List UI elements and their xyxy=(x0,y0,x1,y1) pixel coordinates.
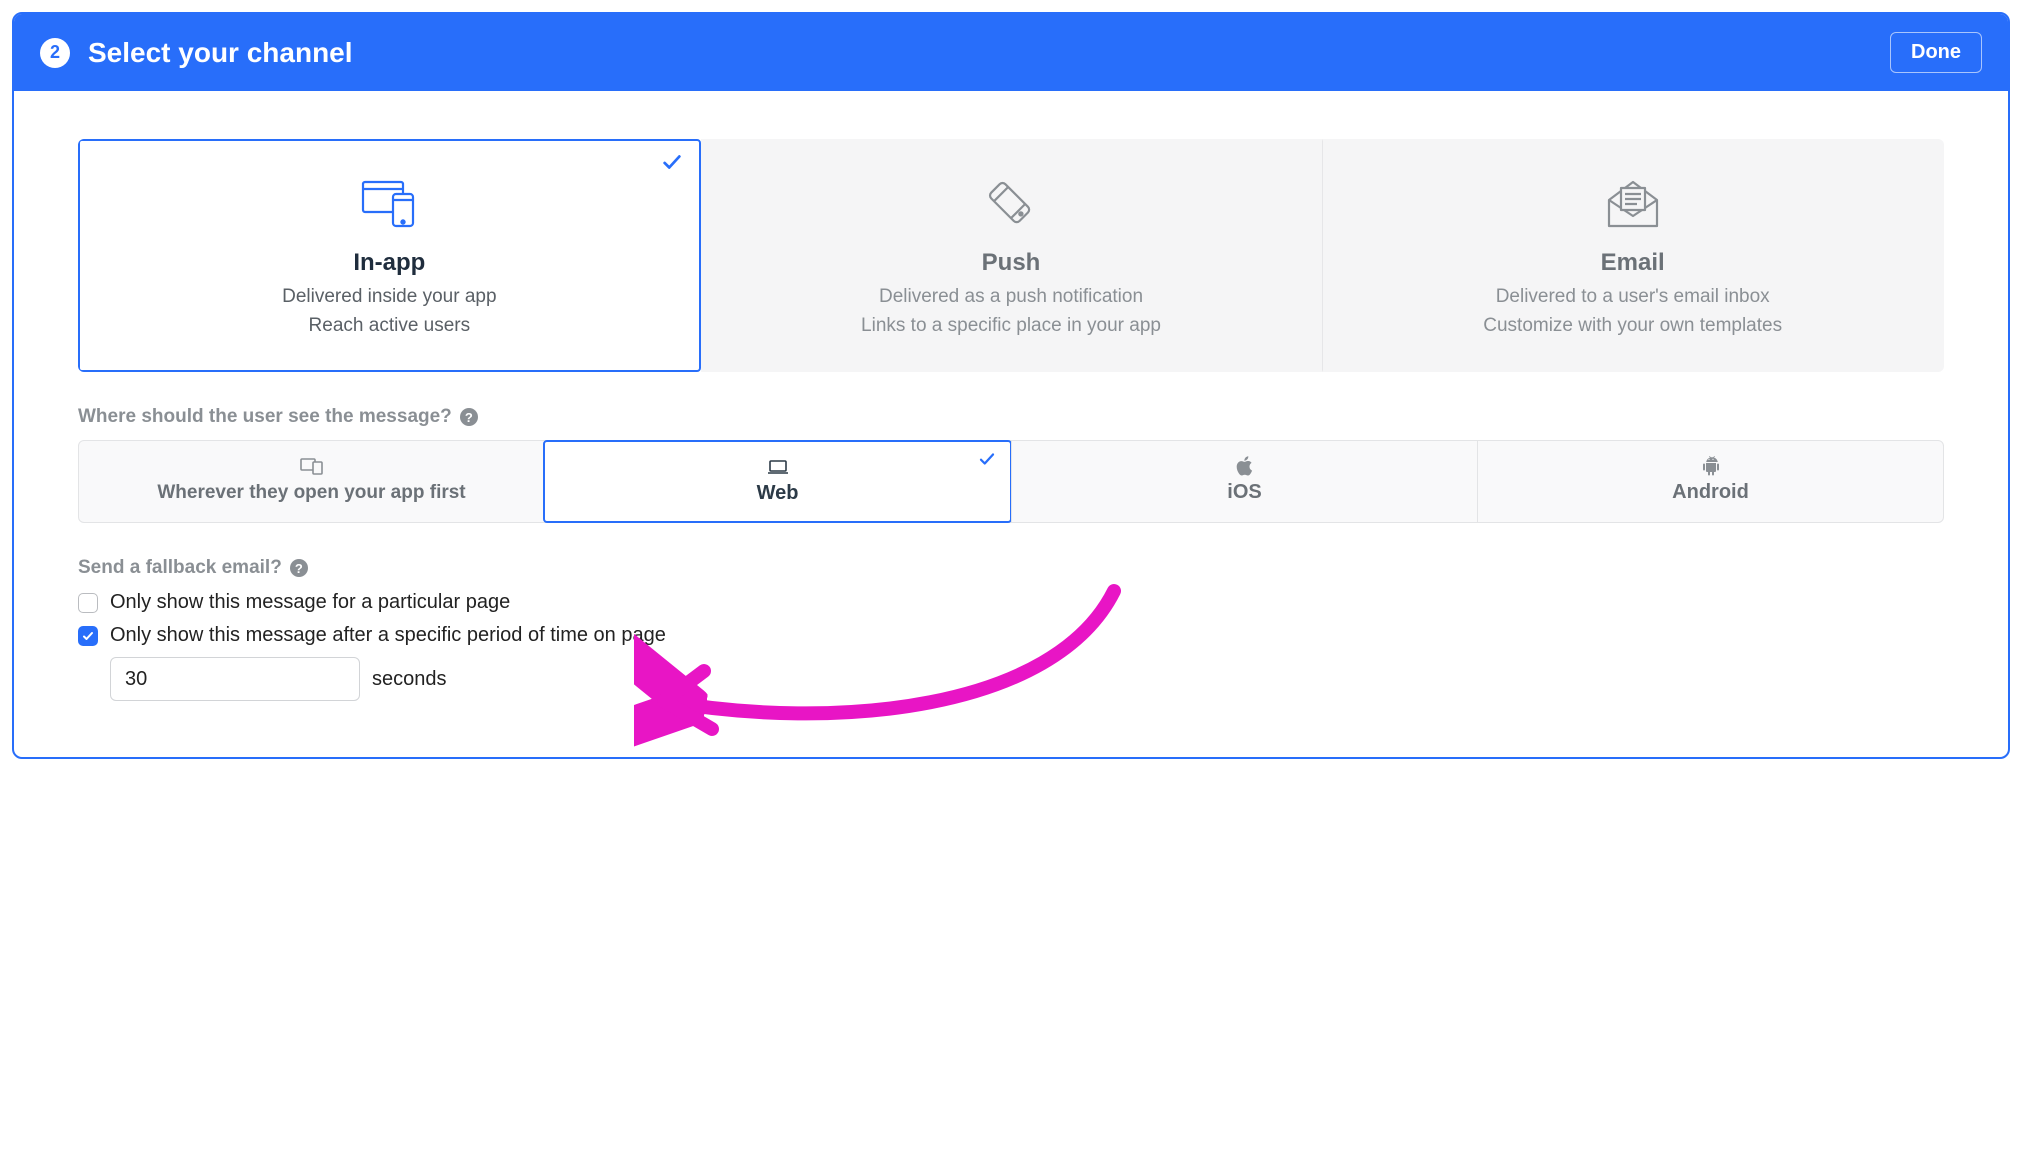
channel-title: In-app xyxy=(100,249,679,277)
push-icon xyxy=(722,175,1301,233)
apple-icon xyxy=(1022,455,1467,477)
android-icon xyxy=(1488,455,1933,477)
panel-body: In-app Delivered inside your app Reach a… xyxy=(14,91,2008,757)
laptop-icon xyxy=(555,456,1000,478)
channel-card-push[interactable]: Push Delivered as a push notification Li… xyxy=(701,139,1323,372)
tab-label: Web xyxy=(555,482,1000,505)
step-number-badge: 2 xyxy=(40,38,70,68)
fallback-label-text: Send a fallback email? xyxy=(78,557,282,579)
platform-tab-android[interactable]: Android xyxy=(1477,441,1943,522)
seconds-unit-label: seconds xyxy=(372,668,447,691)
fallback-question: Send a fallback email? ? xyxy=(78,557,1944,579)
email-icon xyxy=(1343,175,1922,233)
platform-tab-wherever[interactable]: Wherever they open your app first xyxy=(79,441,544,522)
header-left: 2 Select your channel xyxy=(40,37,353,69)
channel-desc-line2: Reach active users xyxy=(100,312,679,341)
channel-desc-line2: Links to a specific place in your app xyxy=(722,312,1301,341)
panel-header: 2 Select your channel Done xyxy=(14,14,2008,91)
help-icon[interactable]: ? xyxy=(460,408,478,426)
channel-desc-line2: Customize with your own templates xyxy=(1343,312,1922,341)
option-label: Only show this message after a specific … xyxy=(110,624,666,647)
channel-desc-line1: Delivered to a user's email inbox xyxy=(1343,283,1922,312)
seconds-input[interactable] xyxy=(110,657,360,701)
checkbox-checked-icon xyxy=(78,626,98,646)
channel-title: Email xyxy=(1343,249,1922,277)
channel-title: Push xyxy=(722,249,1301,277)
time-on-page-row: seconds xyxy=(110,657,1944,701)
devices-icon xyxy=(89,455,534,477)
platform-tabs: Wherever they open your app first Web iO… xyxy=(78,440,1944,523)
location-label-text: Where should the user see the message? xyxy=(78,406,452,428)
checkbox-unchecked-icon xyxy=(78,593,98,613)
option-particular-page[interactable]: Only show this message for a particular … xyxy=(78,591,1944,614)
location-question: Where should the user see the message? ? xyxy=(78,406,1944,428)
channel-step-panel: 2 Select your channel Done xyxy=(12,12,2010,759)
in-app-icon xyxy=(100,175,679,233)
platform-tab-web[interactable]: Web xyxy=(543,440,1012,523)
panel-title: Select your channel xyxy=(88,37,353,69)
channel-card-in-app[interactable]: In-app Delivered inside your app Reach a… xyxy=(78,139,701,372)
channel-desc-line1: Delivered as a push notification xyxy=(722,283,1301,312)
done-button[interactable]: Done xyxy=(1890,32,1982,73)
channel-card-email[interactable]: Email Delivered to a user's email inbox … xyxy=(1322,139,1944,372)
option-label: Only show this message for a particular … xyxy=(110,591,510,614)
tab-label: Android xyxy=(1488,481,1933,504)
channel-desc-line1: Delivered inside your app xyxy=(100,283,679,312)
platform-tab-ios[interactable]: iOS xyxy=(1011,441,1477,522)
channel-cards: In-app Delivered inside your app Reach a… xyxy=(78,139,1944,372)
check-icon xyxy=(978,450,996,474)
check-icon xyxy=(661,151,683,179)
help-icon[interactable]: ? xyxy=(290,559,308,577)
option-time-on-page[interactable]: Only show this message after a specific … xyxy=(78,624,1944,647)
tab-label: iOS xyxy=(1022,481,1467,504)
tab-label: Wherever they open your app first xyxy=(89,481,534,505)
